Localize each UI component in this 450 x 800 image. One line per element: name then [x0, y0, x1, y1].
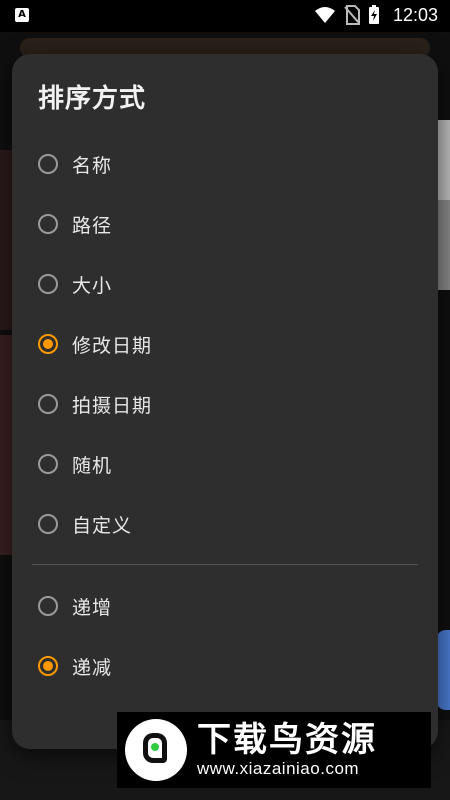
order-option-descending[interactable]: 递减	[12, 638, 438, 694]
sort-option-name[interactable]: 名称	[12, 136, 438, 192]
radio-button-selected[interactable]	[38, 334, 58, 354]
option-label: 随机	[72, 454, 113, 477]
sort-dialog: 排序方式 名称 路径 大小 修改日期 拍摄日期 随机 自定义 递增 递减	[12, 54, 438, 749]
watermark-url: www.xiazainiao.com	[197, 759, 360, 778]
background-content	[436, 200, 450, 290]
background-content	[436, 630, 450, 710]
order-option-ascending[interactable]: 递增	[12, 578, 438, 634]
background-content	[436, 120, 450, 200]
sort-option-path[interactable]: 路径	[12, 196, 438, 252]
radio-button[interactable]	[38, 274, 58, 294]
sort-option-size[interactable]: 大小	[12, 256, 438, 312]
status-bar: A 12:03	[0, 0, 450, 32]
radio-button-selected[interactable]	[38, 656, 58, 676]
clock: 12:03	[392, 5, 438, 25]
watermark-title: 下载鸟资源	[197, 720, 377, 760]
radio-button[interactable]	[38, 454, 58, 474]
radio-button[interactable]	[38, 596, 58, 616]
option-label: 名称	[72, 154, 113, 177]
watermark-text: 下载鸟资源 www.xiazainiao.com	[197, 721, 377, 779]
option-label: 修改日期	[72, 334, 153, 357]
watermark: 下载鸟资源 www.xiazainiao.com	[117, 712, 431, 788]
option-label: 大小	[72, 274, 113, 297]
no-sim-icon	[344, 5, 360, 25]
status-icons	[314, 5, 380, 25]
radio-button[interactable]	[38, 214, 58, 234]
sort-option-modified-date[interactable]: 修改日期	[12, 316, 438, 372]
battery-charging-icon	[369, 5, 379, 24]
divider	[32, 564, 418, 565]
option-label: 自定义	[72, 514, 133, 537]
option-label: 路径	[72, 214, 113, 237]
wifi-icon	[315, 7, 335, 23]
bird-logo-icon	[125, 719, 187, 781]
app-notification-icon: A	[15, 8, 29, 22]
radio-button[interactable]	[38, 154, 58, 174]
sort-option-random[interactable]: 随机	[12, 436, 438, 492]
sort-option-custom[interactable]: 自定义	[12, 496, 438, 552]
option-label: 拍摄日期	[72, 394, 153, 417]
dialog-title: 排序方式	[38, 84, 147, 114]
radio-button[interactable]	[38, 514, 58, 534]
radio-button[interactable]	[38, 394, 58, 414]
option-label: 递减	[72, 656, 113, 679]
sort-option-taken-date[interactable]: 拍摄日期	[12, 376, 438, 432]
option-label: 递增	[72, 596, 113, 619]
